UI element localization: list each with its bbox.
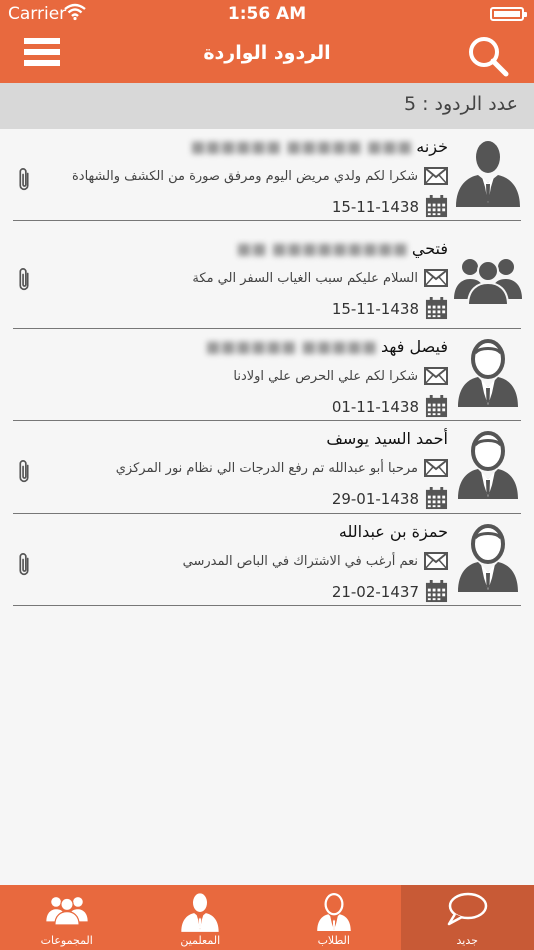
tab-groups[interactable]: المجموعات — [0, 885, 134, 950]
sender-name: أحمد السيد يوسف — [326, 429, 448, 448]
divider — [13, 605, 521, 606]
sender-name: فتحي■■■■■■■■■ ■■ — [236, 239, 448, 258]
student-icon — [316, 893, 351, 931]
nav-bar: الردود الواردة — [0, 28, 534, 83]
replies-count-bar: عدد الردود : 5 — [0, 83, 534, 129]
sender-name: فيصل فهد■■■■■ ■■■■■■ — [205, 337, 448, 356]
envelope-icon — [424, 552, 448, 570]
sender-name-blurred: ■■■■■ ■■■■■■ — [205, 337, 378, 356]
avatar-outline-icon — [454, 337, 522, 409]
tab-teachers[interactable]: المعلمين — [134, 885, 268, 950]
calendar-icon — [425, 487, 448, 510]
battery-icon — [490, 7, 527, 21]
tab-new-label: جديد — [456, 934, 478, 947]
message-preview: شكرا لكم علي الحرص علي اولادنا — [233, 367, 448, 385]
message-date: 15-11-1438 — [332, 297, 448, 320]
message-date: 29-01-1438 — [332, 487, 448, 510]
envelope-icon — [424, 269, 448, 287]
tab-students[interactable]: الطلاب — [267, 885, 401, 950]
list-item[interactable]: أحمد السيد يوسف مرحبا أبو عبدالله تم رفع… — [0, 421, 534, 514]
list-item[interactable]: خزنه■■■ ■■■■■ ■■■■■■ شكرا لكم ولدي مريض … — [0, 129, 534, 221]
list-item[interactable]: فتحي■■■■■■■■■ ■■ السلام عليكم سبب الغياب… — [0, 221, 534, 329]
status-bar: Carrier 1:56 AM — [0, 0, 534, 28]
calendar-icon — [425, 395, 448, 418]
teacher-icon — [181, 893, 219, 932]
group-icon — [46, 897, 88, 925]
envelope-icon — [424, 367, 448, 385]
list-item[interactable]: حمزة بن عبدالله نعم أرغب في الاشتراك في … — [0, 514, 534, 606]
tab-teachers-label: المعلمين — [180, 934, 221, 947]
envelope-icon — [424, 167, 448, 185]
tab-students-label: الطلاب — [317, 934, 350, 947]
message-date: 01-11-1438 — [332, 395, 448, 418]
avatar-group-icon — [454, 243, 522, 315]
calendar-icon — [425, 297, 448, 320]
sender-name-blurred: ■■■ ■■■■■ ■■■■■■ — [190, 137, 413, 156]
sender-name: خزنه■■■ ■■■■■ ■■■■■■ — [190, 137, 448, 156]
replies-list: خزنه■■■ ■■■■■ ■■■■■■ شكرا لكم ولدي مريض … — [0, 129, 534, 606]
status-time: 1:56 AM — [227, 4, 307, 24]
sender-name-blurred: ■■■■■■■■■ ■■ — [236, 239, 408, 258]
paperclip-icon[interactable] — [14, 552, 34, 578]
paperclip-icon[interactable] — [14, 267, 34, 293]
tab-bar: المجموعات المعلمين الطلاب جديد — [0, 885, 534, 950]
message-preview: شكرا لكم ولدي مريض اليوم ومرفق صورة من ا… — [72, 167, 448, 185]
message-preview: السلام عليكم سبب الغياب السفر الي مكة — [192, 269, 448, 287]
message-preview: نعم أرغب في الاشتراك في الباص المدرسي — [183, 552, 448, 570]
paperclip-icon[interactable] — [14, 167, 34, 193]
paperclip-icon[interactable] — [14, 459, 34, 485]
tab-groups-label: المجموعات — [40, 934, 93, 947]
calendar-icon — [425, 580, 448, 603]
message-date: 15-11-1438 — [332, 195, 448, 218]
tab-new[interactable]: جديد — [400, 885, 534, 950]
page-title: الردود الواردة — [203, 42, 331, 64]
list-item[interactable]: فيصل فهد■■■■■ ■■■■■■ شكرا لكم علي الحرص … — [0, 329, 534, 421]
message-preview: مرحبا أبو عبدالله تم رفع الدرجات الي نظا… — [116, 459, 448, 477]
avatar-suit-icon — [454, 137, 522, 209]
avatar-outline-icon — [454, 522, 522, 594]
replies-count: عدد الردود : 5 — [403, 93, 518, 115]
envelope-icon — [424, 459, 448, 477]
avatar-outline-icon — [454, 429, 522, 501]
message-date: 21-02-1437 — [332, 580, 448, 603]
sender-name: حمزة بن عبدالله — [338, 522, 448, 541]
search-icon[interactable] — [466, 34, 510, 78]
calendar-icon — [425, 195, 448, 218]
chat-bubble-icon — [448, 892, 488, 926]
